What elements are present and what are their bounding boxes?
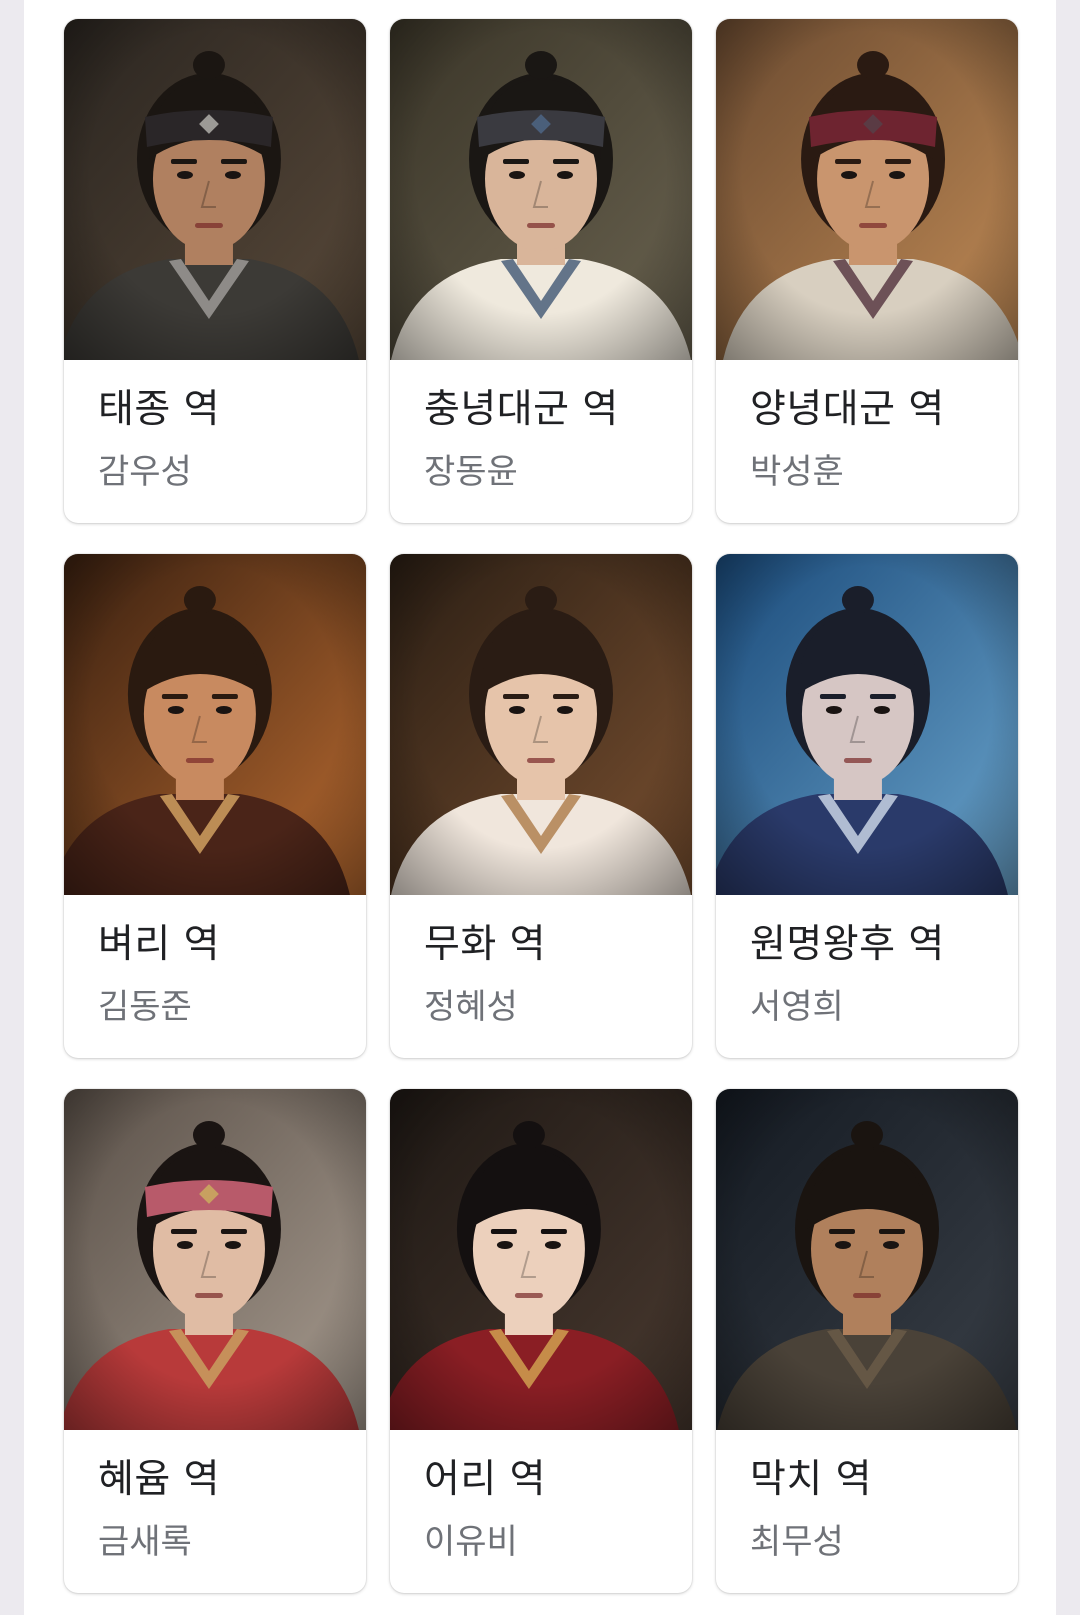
cast-grid: 태종 역 감우성 충녕대군 역 장동윤 양녕대군 역 박성훈 벼리 역 김동준 … [64, 19, 1018, 1593]
cast-photo [390, 1089, 692, 1430]
portrait-image [390, 554, 692, 895]
cast-info: 막치 역 최무성 [716, 1430, 1018, 1563]
cast-actor: 서영희 [750, 987, 844, 1027]
cast-card[interactable]: 원명왕후 역 서영희 [716, 554, 1018, 1058]
cast-photo [716, 1089, 1018, 1430]
cast-photo [390, 19, 692, 360]
cast-info: 벼리 역 김동준 [64, 895, 366, 1028]
cast-card[interactable]: 충녕대군 역 장동윤 [390, 19, 692, 523]
cast-card[interactable]: 어리 역 이유비 [390, 1089, 692, 1593]
cast-actor: 정혜성 [424, 987, 518, 1027]
cast-info: 무화 역 정혜성 [390, 895, 692, 1028]
cast-info: 태종 역 감우성 [64, 360, 366, 493]
cast-role: 벼리 역 [98, 922, 221, 967]
portrait-image [390, 19, 692, 360]
cast-role: 어리 역 [424, 1457, 547, 1502]
cast-card[interactable]: 막치 역 최무성 [716, 1089, 1018, 1593]
cast-photo [390, 554, 692, 895]
portrait-image [716, 19, 1018, 360]
cast-actor: 이유비 [424, 1522, 518, 1562]
cast-card[interactable]: 양녕대군 역 박성훈 [716, 19, 1018, 523]
cast-actor: 장동윤 [424, 452, 518, 492]
portrait-image [716, 554, 1018, 895]
cast-actor: 박성훈 [750, 452, 844, 492]
cast-photo [716, 554, 1018, 895]
cast-actor: 금새록 [98, 1522, 192, 1562]
cast-card[interactable]: 태종 역 감우성 [64, 19, 366, 523]
cast-role: 혜윰 역 [98, 1457, 221, 1502]
cast-info: 충녕대군 역 장동윤 [390, 360, 692, 493]
cast-card[interactable]: 무화 역 정혜성 [390, 554, 692, 1058]
cast-role: 양녕대군 역 [750, 387, 945, 432]
portrait-image [64, 1089, 366, 1430]
portrait-image [716, 1089, 1018, 1430]
portrait-image [64, 19, 366, 360]
portrait-image [390, 1089, 692, 1430]
cast-info: 어리 역 이유비 [390, 1430, 692, 1563]
cast-card[interactable]: 혜윰 역 금새록 [64, 1089, 366, 1593]
cast-role: 충녕대군 역 [424, 387, 619, 432]
cast-photo [64, 1089, 366, 1430]
cast-photo [716, 19, 1018, 360]
cast-actor: 감우성 [98, 452, 192, 492]
cast-role: 원명왕후 역 [750, 922, 945, 967]
cast-actor: 김동준 [98, 987, 192, 1027]
cast-role: 무화 역 [424, 922, 547, 967]
portrait-image [64, 554, 366, 895]
cast-info: 원명왕후 역 서영희 [716, 895, 1018, 1028]
cast-info: 혜윰 역 금새록 [64, 1430, 366, 1563]
cast-card[interactable]: 벼리 역 김동준 [64, 554, 366, 1058]
cast-photo [64, 19, 366, 360]
cast-role: 태종 역 [98, 387, 221, 432]
cast-role: 막치 역 [750, 1457, 873, 1502]
cast-actor: 최무성 [750, 1522, 844, 1562]
cast-info: 양녕대군 역 박성훈 [716, 360, 1018, 493]
cast-photo [64, 554, 366, 895]
